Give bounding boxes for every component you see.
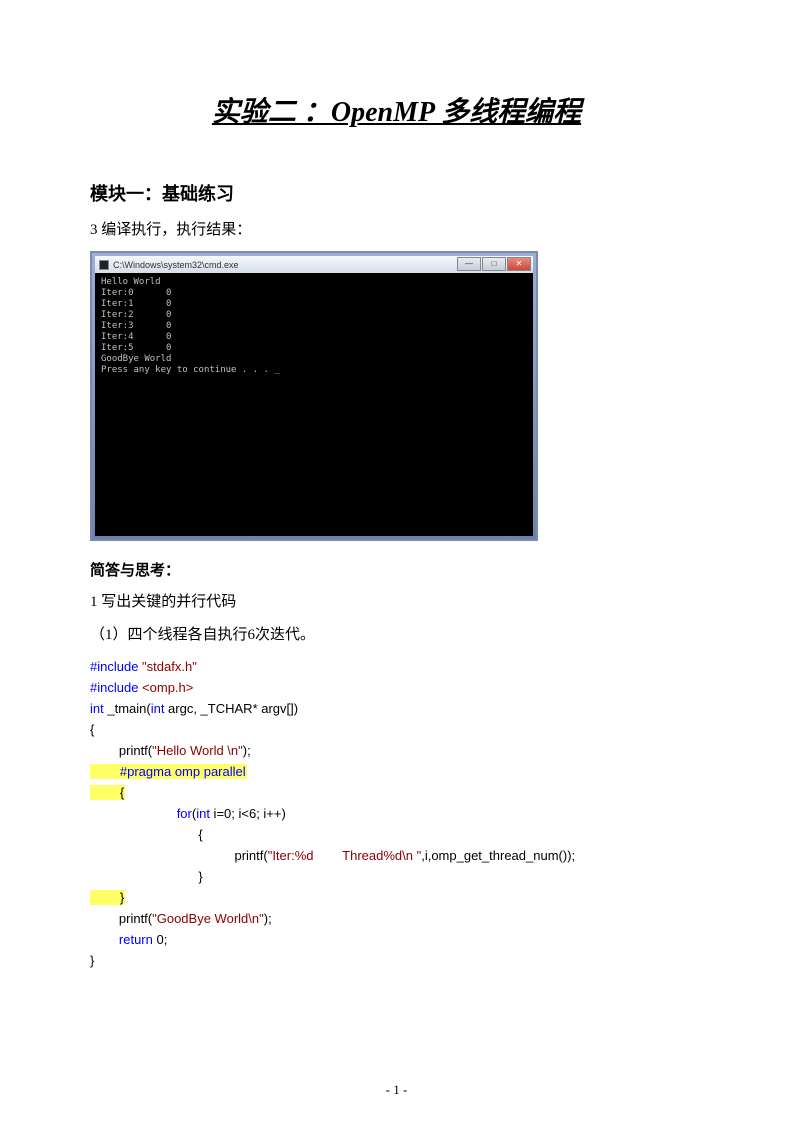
document-page: 实验二 ：OpenMP 多线程编程 模块一：基础练习 3 编译执行，执行结果： …	[0, 0, 793, 1122]
code-line: {	[90, 824, 703, 845]
qa-heading: 简答与思考：	[90, 559, 703, 580]
code-line: for(int i=0; i<6; i++)	[90, 803, 703, 824]
code-line: #include "stdafx.h"	[90, 656, 703, 677]
module-heading: 模块一：基础练习	[90, 180, 703, 206]
qa-sub-1: （1）四个线程各自执行6次迭代。	[90, 623, 703, 644]
code-line: printf("Iter:%d Thread%d\n ",i,omp_get_t…	[90, 845, 703, 866]
maximize-button: □	[482, 257, 506, 271]
code-line: printf("GoodBye World\n");	[90, 908, 703, 929]
code-line-highlighted: }	[90, 887, 703, 908]
code-line-highlighted: #pragma omp parallel	[90, 761, 703, 782]
page-number: - 1 -	[0, 1082, 793, 1098]
code-line: }	[90, 950, 703, 971]
window-buttons: — □ ✕	[457, 257, 531, 271]
code-line: #include <omp.h>	[90, 677, 703, 698]
code-block: #include "stdafx.h" #include <omp.h> int…	[90, 656, 703, 971]
code-line: printf("Hello World \n");	[90, 740, 703, 761]
code-line: int _tmain(int argc, _TCHAR* argv[])	[90, 698, 703, 719]
cmd-icon	[99, 260, 109, 270]
code-line: }	[90, 866, 703, 887]
console-output: Hello World Iter:0 0 Iter:1 0 Iter:2 0 I…	[95, 273, 533, 536]
console-path: C:\Windows\system32\cmd.exe	[113, 260, 239, 270]
code-line: {	[90, 719, 703, 740]
code-line: return 0;	[90, 929, 703, 950]
page-title: 实验二 ：OpenMP 多线程编程	[90, 90, 703, 130]
console-titlebar: C:\Windows\system32\cmd.exe — □ ✕	[95, 256, 533, 273]
close-button: ✕	[507, 257, 531, 271]
module-item-3: 3 编译执行，执行结果：	[90, 218, 703, 239]
code-line-highlighted: {	[90, 782, 703, 803]
qa-item-1: 1 写出关键的并行代码	[90, 590, 703, 611]
console-screenshot: C:\Windows\system32\cmd.exe — □ ✕ Hello …	[90, 251, 538, 541]
minimize-button: —	[457, 257, 481, 271]
